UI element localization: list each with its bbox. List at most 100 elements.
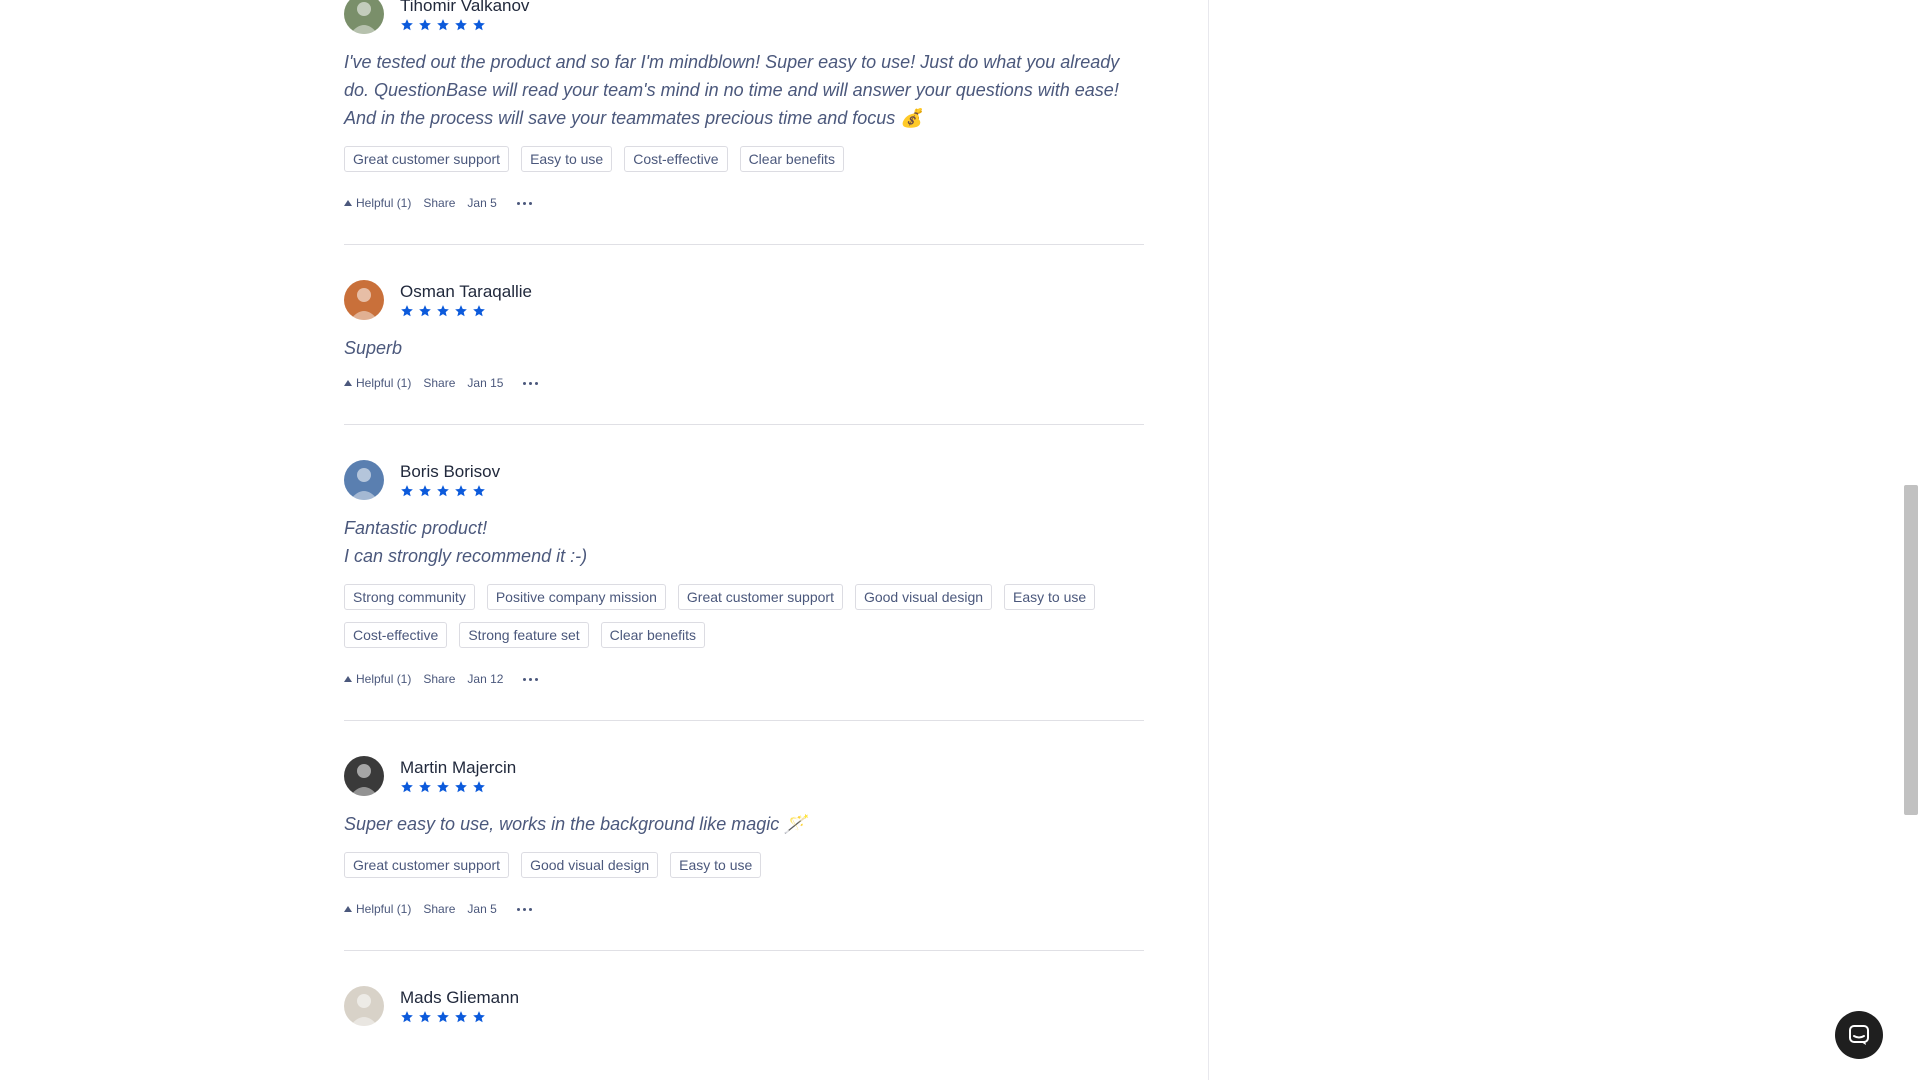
star-icon bbox=[455, 781, 467, 793]
star-rating bbox=[400, 484, 486, 498]
avatar[interactable] bbox=[344, 460, 384, 500]
helpful-button[interactable]: Helpful (1) bbox=[344, 902, 411, 916]
star-icon bbox=[455, 305, 467, 317]
review-author[interactable]: Martin Majercin bbox=[400, 758, 516, 778]
star-icon bbox=[419, 305, 431, 317]
star-icon bbox=[437, 305, 449, 317]
scrollbar-thumb[interactable] bbox=[1904, 485, 1918, 815]
star-icon bbox=[473, 781, 485, 793]
star-icon bbox=[419, 1011, 431, 1023]
star-icon bbox=[419, 19, 431, 31]
review-item: Boris Borisov Fantastic product! I can st… bbox=[344, 425, 1144, 721]
review-tag[interactable]: Cost-effective bbox=[344, 622, 448, 648]
main-column: Tihomir Valkanov I've tested out the prod… bbox=[0, 0, 1208, 1080]
review-actions: Helpful (1) Share Jan 15 bbox=[344, 376, 1144, 390]
review-tag[interactable]: Easy to use bbox=[1004, 584, 1096, 610]
star-icon bbox=[473, 19, 485, 31]
more-icon[interactable] bbox=[516, 201, 532, 205]
star-icon bbox=[401, 485, 413, 497]
review-actions: Helpful (1) Share Jan 5 bbox=[344, 902, 1144, 916]
review-tag[interactable]: Positive company mission bbox=[486, 584, 666, 610]
review-tag[interactable]: Easy to use bbox=[670, 852, 762, 878]
review-tags: Great customer support Easy to use Cost-ef… bbox=[344, 146, 1144, 172]
review-tag[interactable]: Great customer support bbox=[344, 852, 510, 878]
star-icon bbox=[455, 1011, 467, 1023]
helpful-label: Helpful (1) bbox=[356, 672, 412, 686]
review-author[interactable]: Boris Borisov bbox=[400, 462, 500, 482]
star-icon bbox=[419, 485, 431, 497]
review-tag[interactable]: Strong community bbox=[344, 584, 475, 610]
review-tag[interactable]: Easy to use bbox=[521, 146, 613, 172]
star-icon bbox=[437, 781, 449, 793]
star-rating bbox=[400, 18, 486, 32]
review-item: Osman Taraqallie Superb Helpful (1) Share Ja… bbox=[344, 245, 1144, 425]
share-button[interactable]: Share bbox=[423, 902, 455, 916]
review-tag[interactable]: Good visual design bbox=[521, 852, 659, 878]
star-icon bbox=[437, 19, 449, 31]
arrow-up-icon bbox=[344, 200, 352, 206]
star-icon bbox=[419, 781, 431, 793]
review-body: Superb bbox=[344, 338, 403, 358]
star-icon bbox=[473, 485, 485, 497]
chat-icon bbox=[1849, 1025, 1869, 1045]
star-rating bbox=[400, 304, 486, 318]
review-list: Tihomir Valkanov I've tested out the prod… bbox=[344, 0, 1144, 1034]
helpful-label: Helpful (1) bbox=[356, 196, 412, 210]
star-rating bbox=[400, 780, 486, 794]
share-button[interactable]: Share bbox=[423, 672, 455, 686]
review-header: Mads Gliemann bbox=[344, 986, 1144, 1034]
arrow-up-icon bbox=[344, 906, 352, 912]
avatar[interactable] bbox=[344, 756, 384, 796]
share-button[interactable]: Share bbox=[423, 376, 455, 390]
review-tag[interactable]: Clear benefits bbox=[600, 622, 706, 648]
review-date: Jan 15 bbox=[467, 376, 504, 390]
star-icon bbox=[455, 19, 467, 31]
review-header: Boris Borisov bbox=[344, 460, 1144, 508]
share-button[interactable]: Share bbox=[423, 196, 455, 210]
more-icon[interactable] bbox=[516, 907, 532, 911]
helpful-button[interactable]: Helpful (1) bbox=[344, 196, 411, 210]
review-actions: Helpful (1) Share Jan 12 bbox=[344, 672, 1144, 686]
review-tag[interactable]: Cost-effective bbox=[624, 146, 728, 172]
right-sidebar bbox=[1209, 0, 1900, 1080]
review-tag[interactable]: Great customer support bbox=[344, 146, 510, 172]
review-tag[interactable]: Great customer support bbox=[677, 584, 843, 610]
review-tags: Strong community Positive company mission… bbox=[344, 584, 1144, 648]
review-author[interactable]: Tihomir Valkanov bbox=[400, 0, 529, 16]
avatar[interactable] bbox=[344, 986, 384, 1026]
review-date: Jan 5 bbox=[467, 902, 497, 916]
review-body: Fantastic product! I can strongly recomm… bbox=[344, 518, 588, 566]
helpful-label: Helpful (1) bbox=[356, 902, 412, 916]
review-tags: Great customer support Good visual design… bbox=[344, 852, 1144, 878]
helpful-button[interactable]: Helpful (1) bbox=[344, 672, 411, 686]
review-actions: Helpful (1) Share Jan 5 bbox=[344, 196, 1144, 210]
star-icon bbox=[437, 485, 449, 497]
more-icon[interactable] bbox=[523, 677, 539, 681]
review-tag[interactable]: Good visual design bbox=[854, 584, 993, 610]
review-item: Mads Gliemann bbox=[344, 951, 1144, 1034]
review-tag[interactable]: Clear benefits bbox=[739, 146, 844, 172]
review-item: Tihomir Valkanov I've tested out the prod… bbox=[344, 0, 1144, 245]
review-header: Tihomir Valkanov bbox=[344, 0, 1144, 42]
arrow-up-icon bbox=[344, 676, 352, 682]
review-date: Jan 5 bbox=[467, 196, 497, 210]
star-icon bbox=[473, 305, 485, 317]
review-author[interactable]: Mads Gliemann bbox=[400, 988, 519, 1008]
avatar[interactable] bbox=[344, 280, 384, 320]
star-icon bbox=[401, 781, 413, 793]
star-icon bbox=[401, 1011, 413, 1023]
more-icon[interactable] bbox=[523, 381, 539, 385]
review-tag[interactable]: Strong feature set bbox=[459, 622, 589, 648]
helpful-button[interactable]: Helpful (1) bbox=[344, 376, 411, 390]
review-author[interactable]: Osman Taraqallie bbox=[400, 282, 532, 302]
star-icon bbox=[401, 19, 413, 31]
review-header: Osman Taraqallie bbox=[344, 280, 1144, 328]
review-body: Super easy to use, works in the backgrou… bbox=[344, 814, 807, 834]
star-icon bbox=[455, 485, 467, 497]
review-header: Martin Majercin bbox=[344, 756, 1144, 804]
avatar[interactable] bbox=[344, 0, 384, 34]
scrollbar[interactable] bbox=[1902, 0, 1920, 1080]
chat-launcher-button[interactable] bbox=[1835, 1011, 1883, 1059]
review-body: I've tested out the product and so far I… bbox=[344, 52, 1120, 128]
helpful-label: Helpful (1) bbox=[356, 376, 412, 390]
